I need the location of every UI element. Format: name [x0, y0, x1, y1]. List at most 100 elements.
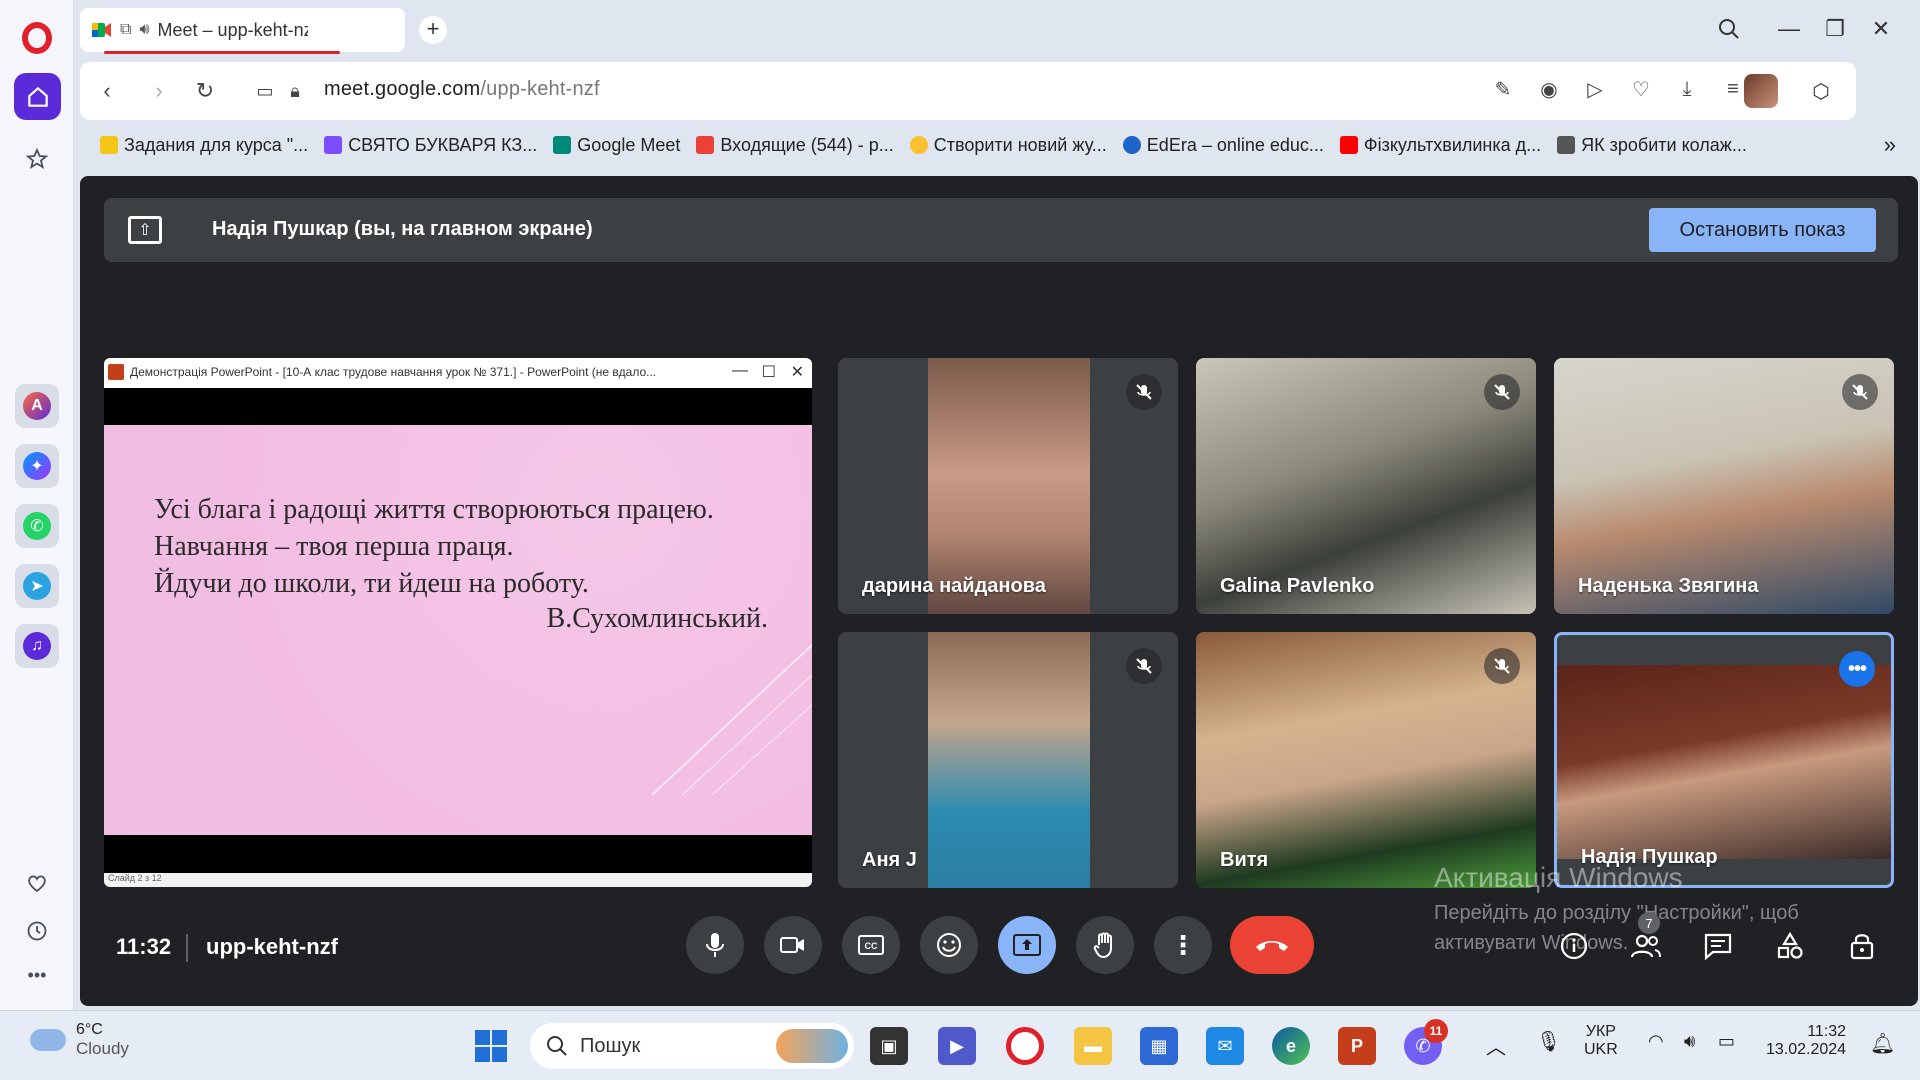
- watermark-title: Активація Windows: [1434, 862, 1683, 893]
- aria-app-icon[interactable]: A: [15, 384, 59, 428]
- language-indicator[interactable]: УКР UKR: [1584, 1023, 1618, 1059]
- bookmarks-overflow-icon[interactable]: »: [1884, 132, 1896, 158]
- microphone-button[interactable]: [686, 916, 744, 974]
- ppt-close-icon[interactable]: ✕: [791, 362, 804, 382]
- present-now-button[interactable]: [998, 916, 1056, 974]
- camera-permission-icon[interactable]: ▭: [250, 76, 280, 106]
- lock-icon[interactable]: 🔒︎: [280, 76, 310, 106]
- more-options-button[interactable]: •••: [1839, 651, 1875, 687]
- bookmark-item[interactable]: Google Meet: [553, 135, 680, 156]
- bookmark-item[interactable]: Створити новий жу...: [909, 135, 1107, 156]
- opera-taskbar-icon[interactable]: [1006, 1027, 1044, 1065]
- music-player-icon[interactable]: ♫: [15, 624, 59, 668]
- participant-name: Galina Pavlenko: [1220, 575, 1375, 597]
- host-controls-icon[interactable]: [1842, 926, 1882, 966]
- wifi-icon[interactable]: ◠: [1648, 1031, 1664, 1052]
- back-icon[interactable]: ‹: [92, 76, 122, 106]
- edit-icon[interactable]: ✎: [1490, 76, 1516, 102]
- messenger-icon[interactable]: ✦: [15, 444, 59, 488]
- google-meet-icon: [92, 21, 112, 39]
- easy-setup-icon[interactable]: ≡: [1720, 76, 1746, 102]
- captions-button[interactable]: CC: [842, 916, 900, 974]
- bookmark-item[interactable]: СВЯТО БУКВАРЯ КЗ...: [324, 135, 537, 156]
- stop-presenting-button[interactable]: Остановить показ: [1649, 208, 1876, 252]
- participant-name: Витя: [1220, 849, 1269, 871]
- ppt-maximize-icon[interactable]: ☐: [762, 362, 776, 382]
- meeting-details-icon[interactable]: [1554, 926, 1594, 966]
- volume-icon[interactable]: 🔊︎: [1684, 1031, 1695, 1052]
- bookmark-heart-icon[interactable]: ♡: [1628, 76, 1654, 102]
- close-window-icon[interactable]: ✕: [1866, 14, 1896, 44]
- meeting-code[interactable]: upp-keht-nzf: [206, 934, 338, 960]
- people-icon[interactable]: 7: [1626, 912, 1666, 966]
- participant-tile[interactable]: Наденька Звягина: [1554, 358, 1894, 614]
- teams-icon[interactable]: ▶: [938, 1027, 976, 1065]
- more-dots-icon[interactable]: •••: [22, 960, 52, 990]
- participant-tile[interactable]: Galina Pavlenko: [1196, 358, 1536, 614]
- slide: Усі блага і радощі життя створюються пра…: [104, 425, 812, 835]
- chat-icon[interactable]: [1698, 926, 1738, 966]
- snapshot-icon[interactable]: ◉: [1536, 76, 1562, 102]
- task-view-icon[interactable]: ▣: [870, 1027, 908, 1065]
- system-clock[interactable]: 11:32 13.02.2024: [1766, 1023, 1846, 1059]
- powerpoint-taskbar-icon[interactable]: P: [1338, 1027, 1376, 1065]
- speaker-icon[interactable]: 🔊︎: [139, 21, 149, 39]
- extensions-icon[interactable]: ⬡: [1796, 74, 1846, 108]
- bookmark-item[interactable]: Задания для курса "...: [100, 135, 308, 156]
- restore-icon[interactable]: ❐: [1820, 14, 1850, 44]
- viber-icon[interactable]: ✆ 11: [1404, 1019, 1448, 1065]
- camera-button[interactable]: [764, 916, 822, 974]
- send-icon[interactable]: ▷: [1582, 76, 1608, 102]
- weather-widget[interactable]: 6°C Cloudy: [30, 1021, 129, 1059]
- home-icon[interactable]: [14, 73, 61, 120]
- url-field[interactable]: meet.google.com/upp-keht-nzf: [324, 78, 600, 101]
- bookmark-item[interactable]: EdEra – online educ...: [1122, 135, 1324, 156]
- telegram-icon[interactable]: ➤: [15, 564, 59, 608]
- chevron-up-icon[interactable]: ︿: [1486, 1031, 1506, 1060]
- tab-meet[interactable]: ⧉ 🔊︎ Meet – upp-keht-nzf: [80, 8, 405, 54]
- slide-quote: Усі блага і радощі життя створюються пра…: [154, 491, 714, 602]
- pip-icon[interactable]: ⧉: [120, 21, 131, 39]
- profile-avatar[interactable]: [1744, 74, 1778, 108]
- activities-icon[interactable]: [1770, 926, 1810, 966]
- whatsapp-icon[interactable]: ✆: [15, 504, 59, 548]
- reload-icon[interactable]: ↻: [190, 76, 220, 106]
- taskbar-search[interactable]: Пошук: [530, 1023, 854, 1069]
- bookmark-item[interactable]: Входящие (544) - p...: [696, 135, 894, 156]
- forward-icon[interactable]: ›: [144, 76, 174, 106]
- participant-tile[interactable]: Аня J: [838, 632, 1178, 888]
- emoji-reactions-button[interactable]: [920, 916, 978, 974]
- presentation-tile[interactable]: Демонстрація PowerPoint - [10-А клас тру…: [104, 358, 812, 887]
- participant-tile[interactable]: дарина найданова: [838, 358, 1178, 614]
- windows-start-icon[interactable]: [472, 1027, 510, 1065]
- search-tabs-icon[interactable]: [1714, 14, 1744, 44]
- notification-bell-icon[interactable]: 🔔︎: [1870, 1031, 1895, 1056]
- participants-count-badge: 7: [1638, 912, 1660, 934]
- star-icon[interactable]: [22, 144, 52, 174]
- bookmark-item[interactable]: ЯК зробити колаж...: [1557, 135, 1747, 156]
- mail-icon[interactable]: ✉: [1206, 1027, 1244, 1065]
- heart-icon[interactable]: [22, 868, 52, 898]
- edge-icon[interactable]: e: [1272, 1027, 1310, 1065]
- slide-line: Йдучи до школи, ти йдеш на роботу.: [154, 568, 589, 599]
- microsoft-store-icon[interactable]: ▦: [1140, 1027, 1178, 1065]
- bookmark-favicon: [1557, 136, 1576, 154]
- opera-logo-icon[interactable]: [22, 22, 52, 54]
- more-options-icon[interactable]: ⋮: [1154, 916, 1212, 974]
- history-clock-icon[interactable]: [22, 916, 52, 946]
- raise-hand-button[interactable]: [1076, 916, 1134, 974]
- new-tab-button[interactable]: +: [419, 16, 447, 44]
- minimize-icon[interactable]: —: [1774, 14, 1804, 44]
- meet-window: ⇧ Надія Пушкар (вы, на главном экране) О…: [80, 176, 1918, 1006]
- microphone-tray-icon[interactable]: 🎙︎: [1536, 1029, 1561, 1054]
- tab-title: Meet – upp-keht-nzf: [157, 19, 308, 40]
- participant-tile[interactable]: Витя: [1196, 632, 1536, 888]
- self-participant-tile[interactable]: ••• Надія Пушкар: [1554, 632, 1894, 888]
- slide-line: Усі блага і радощі життя створюються пра…: [154, 494, 714, 525]
- ppt-minimize-icon[interactable]: —: [732, 362, 748, 380]
- leave-call-button[interactable]: [1230, 916, 1314, 974]
- file-explorer-icon[interactable]: ▬: [1074, 1027, 1112, 1065]
- download-icon[interactable]: ⤓: [1674, 76, 1700, 102]
- bookmark-item[interactable]: Фізкультхвилинка д...: [1339, 135, 1541, 156]
- battery-icon[interactable]: ▭: [1718, 1031, 1735, 1052]
